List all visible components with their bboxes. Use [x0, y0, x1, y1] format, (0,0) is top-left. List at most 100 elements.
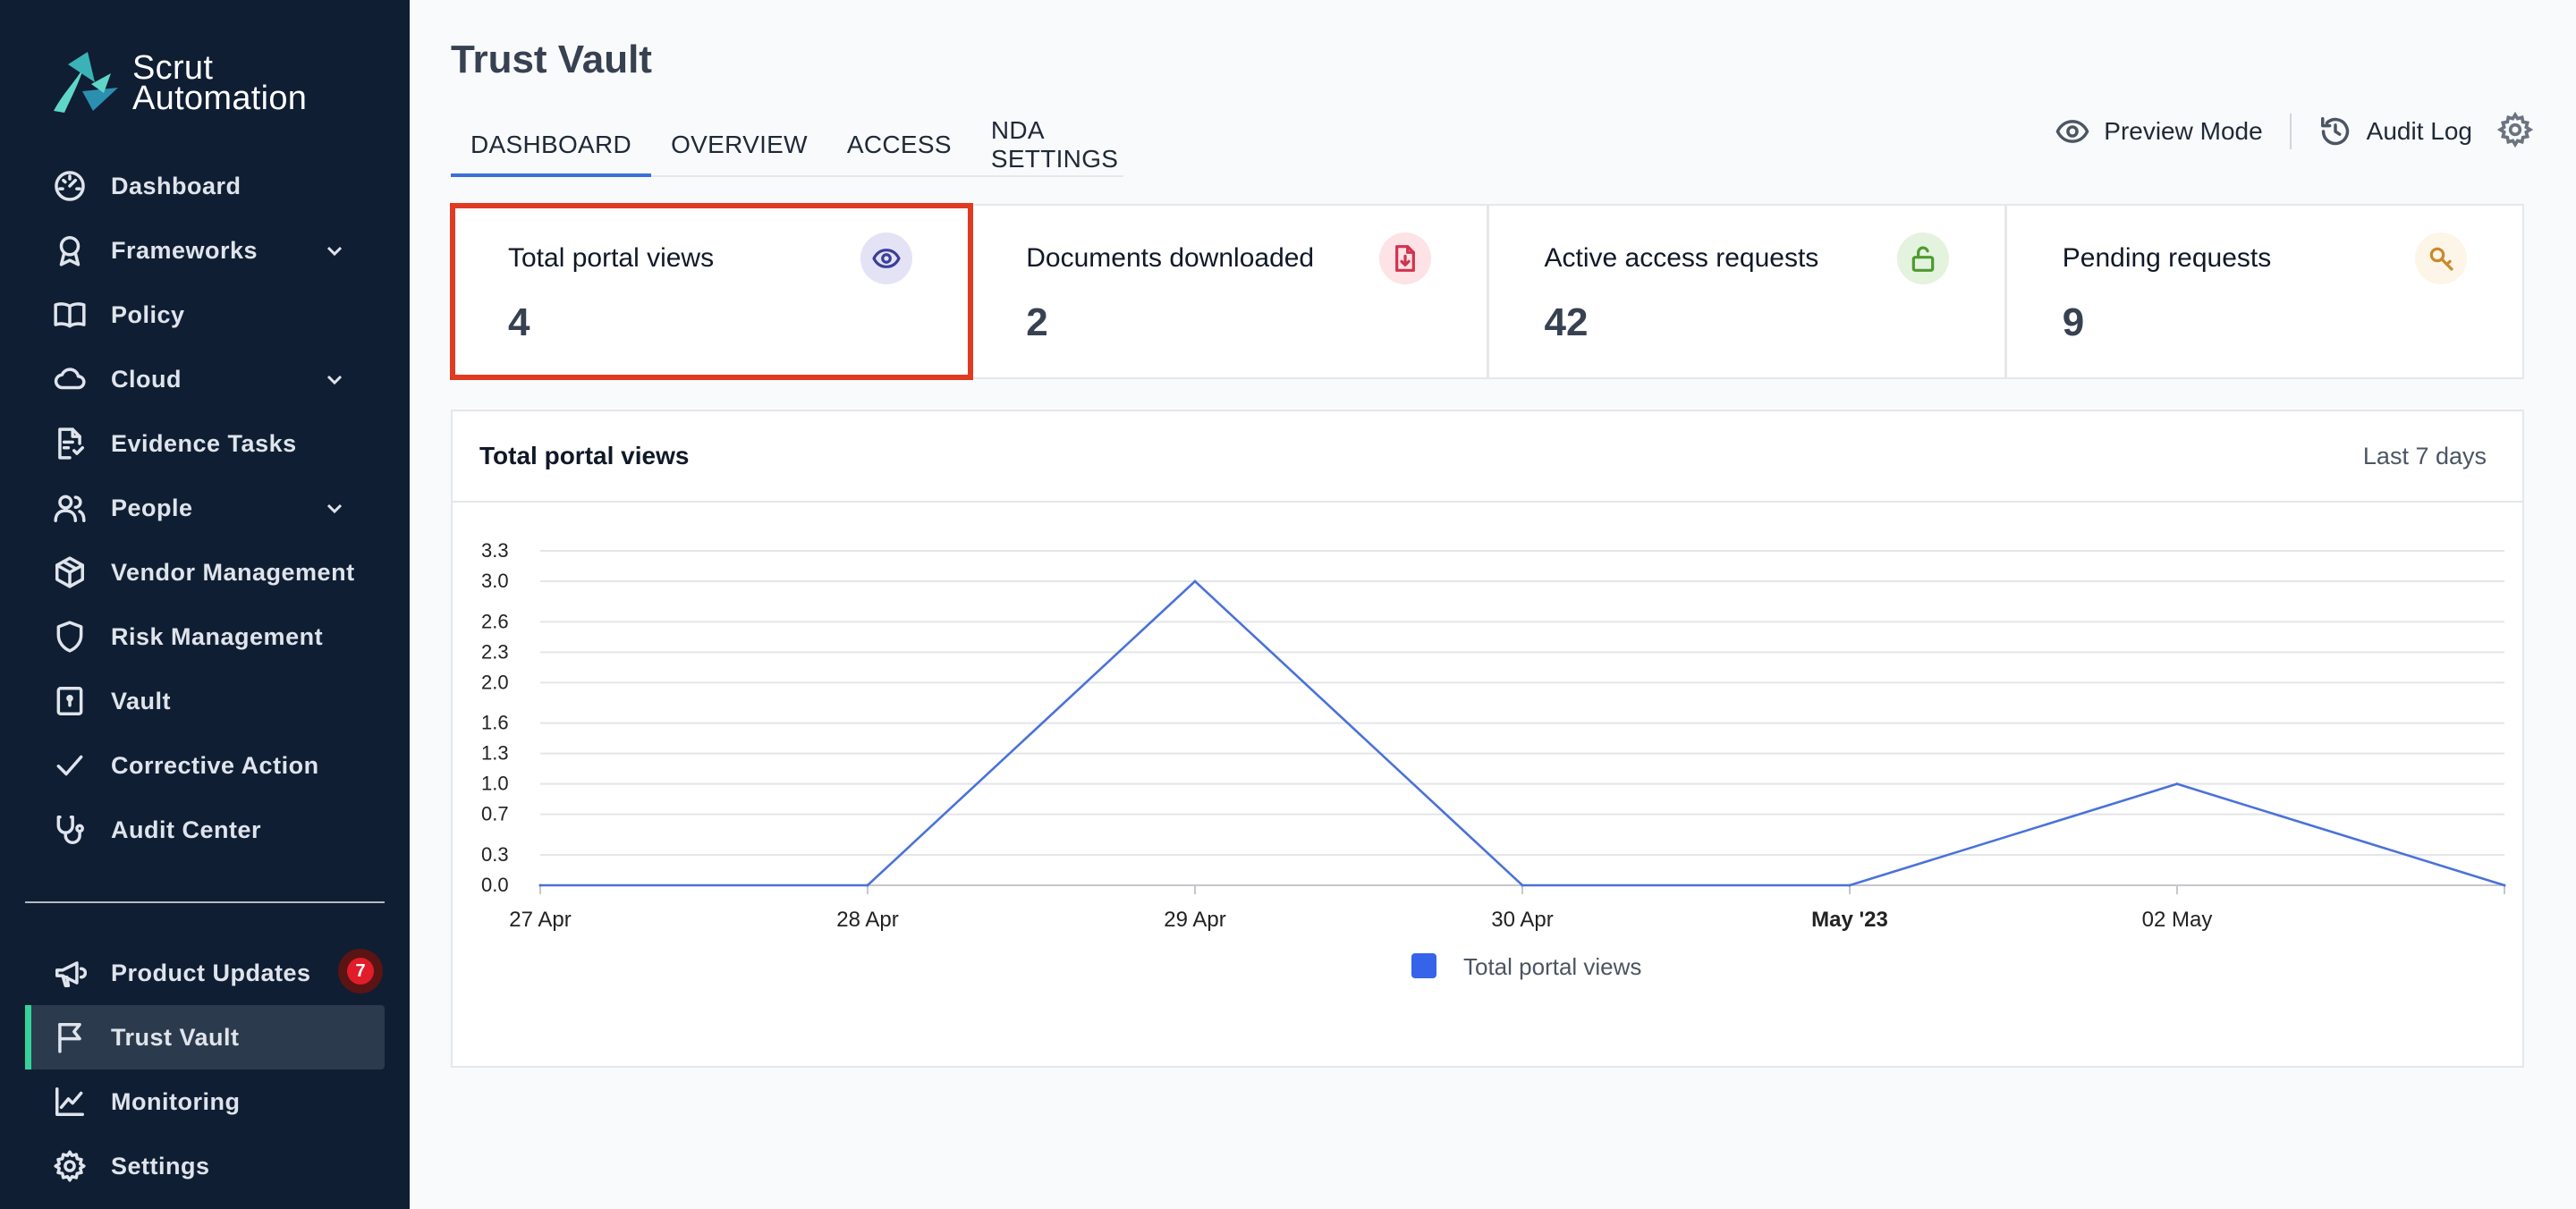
stat-card-icon-badge: [860, 232, 913, 284]
chevron-down-icon: [326, 503, 343, 514]
y-tick-label: 3.3: [481, 539, 509, 562]
y-tick-label: 2.0: [481, 671, 509, 693]
sidebar-item-label: Vault: [111, 687, 172, 714]
sidebar-item-cloud[interactable]: Cloud: [25, 347, 385, 411]
sidebar-item-people[interactable]: People: [25, 476, 385, 540]
audit-log-button[interactable]: Audit Log: [2318, 114, 2472, 148]
sidebar-item-label: Monitoring: [111, 1087, 241, 1115]
shield-icon: [56, 621, 83, 653]
sidebar-item-policy[interactable]: Policy: [25, 283, 385, 347]
legend-label: Total portal views: [1463, 953, 1641, 980]
notification-badge: 7: [338, 949, 383, 993]
stat-card-pending-requests[interactable]: Pending requests 9: [2007, 206, 2522, 377]
sidebar-icon: [52, 619, 88, 655]
sidebar-icon: [52, 490, 88, 526]
audit-log-label: Audit Log: [2366, 117, 2472, 145]
sidebar-item-label: Settings: [111, 1152, 210, 1179]
sidebar-item-vault[interactable]: Vault: [25, 669, 385, 733]
preview-mode-button[interactable]: Preview Mode: [2055, 114, 2263, 148]
stat-card-value: 42: [1544, 300, 1589, 344]
data-point: [2175, 782, 2179, 786]
tab-nda-settings[interactable]: NDA SETTINGS: [971, 114, 1138, 175]
stats-cards: Total portal views 4 Documents downloaded 2…: [449, 203, 2524, 380]
sidebar-item-label: Cloud: [111, 365, 182, 393]
sidebar-item-label: Audit Center: [111, 816, 261, 843]
tab-bar: DASHBOARD OVERVIEW ACCESS NDA SETTINGS: [451, 114, 1123, 177]
y-tick-label: 1.3: [481, 742, 509, 765]
data-point: [1848, 884, 1852, 887]
chart-panel-title: Total portal views: [479, 442, 690, 469]
sidebar-icon: [52, 232, 88, 268]
sidebar-icon: [52, 955, 88, 991]
sidebar-item-evidence-tasks[interactable]: Evidence Tasks: [25, 411, 385, 476]
sidebar-item-label: Evidence Tasks: [111, 429, 297, 457]
dashboard-gauge-icon: [55, 171, 85, 201]
x-tick-label: 28 Apr: [836, 908, 898, 932]
file-check-icon: [58, 427, 84, 460]
sidebar-item-label: Frameworks: [111, 236, 258, 264]
sidebar-item-frameworks[interactable]: Frameworks: [25, 218, 385, 283]
sidebar-item-product-updates[interactable]: Product Updates 7: [25, 941, 385, 1005]
x-tick-label: 02 May: [2142, 908, 2213, 932]
stat-card-icon-badge: [1378, 232, 1431, 284]
tab-access[interactable]: ACCESS: [827, 114, 971, 175]
trust-vault-settings-button[interactable]: [2472, 111, 2534, 152]
sidebar-item-vendor-management[interactable]: Vendor Management: [25, 540, 385, 604]
vault-icon: [56, 687, 83, 715]
sidebar-item-monitoring[interactable]: Monitoring: [25, 1070, 385, 1134]
chart-panel: Total portal views Last 7 days 0.0 0.3 0.7…: [451, 410, 2524, 1068]
cloud-icon: [54, 368, 86, 390]
brand-logo[interactable]: Scrut Automation: [48, 48, 307, 118]
series-line-total-portal-views: [540, 579, 2505, 887]
stat-card-icon-badge: [2415, 232, 2467, 284]
expand-toggle[interactable]: [324, 368, 345, 390]
sidebar-icon: [52, 1019, 88, 1055]
chevron-down-icon: [326, 375, 343, 385]
y-tick-label: 0.0: [481, 874, 509, 896]
stethoscope-icon: [56, 816, 84, 844]
gear-icon: [54, 1150, 86, 1182]
expand-toggle[interactable]: [324, 497, 345, 519]
sidebar-item-audit-center[interactable]: Audit Center: [25, 798, 385, 862]
sidebar-icon: [52, 1148, 88, 1184]
sidebar-icon: [52, 748, 88, 783]
chart-range-selector[interactable]: Last 7 days: [2363, 443, 2487, 470]
sidebar-icon: [52, 812, 88, 848]
flag-icon: [58, 1023, 81, 1053]
check-icon: [56, 755, 83, 776]
sidebar-item-label: Dashboard: [111, 172, 242, 199]
scrut-logo-icon: [54, 52, 118, 113]
brand-name: Scrut Automation: [132, 49, 308, 117]
stat-card-active-access-requests[interactable]: Active access requests 42: [1489, 206, 2007, 377]
sidebar-item-risk-management[interactable]: Risk Management: [25, 604, 385, 669]
legend-swatch: [1411, 953, 1436, 978]
sidebar-item-settings[interactable]: Settings: [25, 1134, 385, 1198]
sidebar: Scrut Automation Dashboard Frameworks Poli…: [0, 0, 410, 1209]
book-open-icon: [54, 302, 86, 328]
sidebar-icon: [52, 168, 88, 204]
tab-overview[interactable]: OVERVIEW: [651, 114, 827, 175]
unlock-icon: [1911, 246, 1935, 272]
stat-card-icon-badge: [1896, 232, 1949, 284]
sidebar-item-label: Product Updates: [111, 959, 311, 986]
sidebar-item-trust-vault[interactable]: Trust Vault: [25, 1005, 385, 1070]
data-point: [1193, 579, 1197, 583]
sidebar-item-dashboard[interactable]: Dashboard: [25, 154, 385, 218]
stat-card-total-portal-views[interactable]: Total portal views 4: [449, 203, 974, 380]
y-tick-label: 2.6: [481, 610, 509, 632]
megaphone-icon: [55, 961, 87, 987]
sidebar-item-corrective-action[interactable]: Corrective Action: [25, 733, 385, 798]
sidebar-item-label: Trust Vault: [111, 1023, 240, 1051]
header-actions: Preview Mode Audit Log: [2055, 111, 2534, 152]
tab-dashboard[interactable]: DASHBOARD: [451, 114, 652, 177]
sidebar-item-label: Policy: [111, 300, 185, 328]
sidebar-divider: [25, 901, 385, 903]
data-point: [866, 884, 869, 887]
sidebar-icon: [52, 1084, 88, 1120]
users-icon: [54, 495, 86, 522]
expand-toggle[interactable]: [324, 240, 345, 261]
preview-mode-label: Preview Mode: [2104, 117, 2263, 145]
stat-card-documents-downloaded[interactable]: Documents downloaded 2: [970, 206, 1489, 377]
primary-nav: Dashboard Frameworks Policy Cloud Evidence T…: [25, 154, 385, 862]
x-tick-label: 27 Apr: [509, 908, 571, 932]
